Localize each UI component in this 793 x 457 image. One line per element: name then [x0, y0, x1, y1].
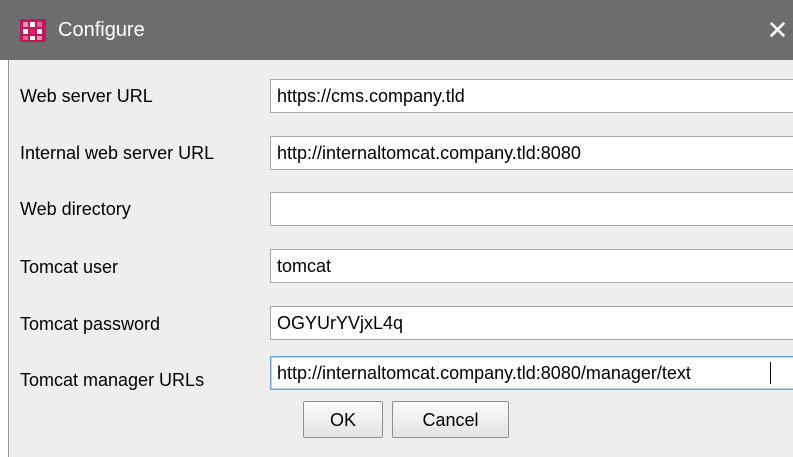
tomcat-password-label: Tomcat password — [20, 314, 161, 334]
tomcat-manager-urls-label: Tomcat manager URLs — [20, 370, 205, 390]
title-bar[interactable]: Configure ✕ — [0, 0, 793, 60]
window-title: Configure — [58, 19, 145, 41]
ok-button[interactable]: OK — [303, 401, 383, 438]
app-logo-icon — [20, 19, 46, 42]
tomcat-manager-urls-input[interactable] — [270, 356, 793, 390]
text-caret — [770, 362, 771, 384]
internal-web-server-url-input[interactable] — [270, 136, 793, 170]
cancel-button[interactable]: Cancel — [392, 401, 509, 438]
tomcat-password-input[interactable] — [270, 306, 793, 340]
web-server-url-label: Web server URL — [20, 86, 153, 106]
internal-web-server-url-label: Internal web server URL — [20, 143, 215, 163]
web-directory-input[interactable] — [270, 192, 793, 226]
web-directory-label: Web directory — [20, 199, 131, 219]
close-icon[interactable]: ✕ — [767, 15, 789, 45]
panel-left-border — [0, 60, 9, 457]
web-server-url-input[interactable] — [270, 79, 793, 113]
tomcat-user-input[interactable] — [270, 249, 793, 283]
close-button[interactable]: ✕ — [762, 15, 793, 45]
configure-dialog: Configure ✕ Web server URL Internal web … — [0, 0, 793, 457]
tomcat-user-label: Tomcat user — [20, 257, 119, 277]
